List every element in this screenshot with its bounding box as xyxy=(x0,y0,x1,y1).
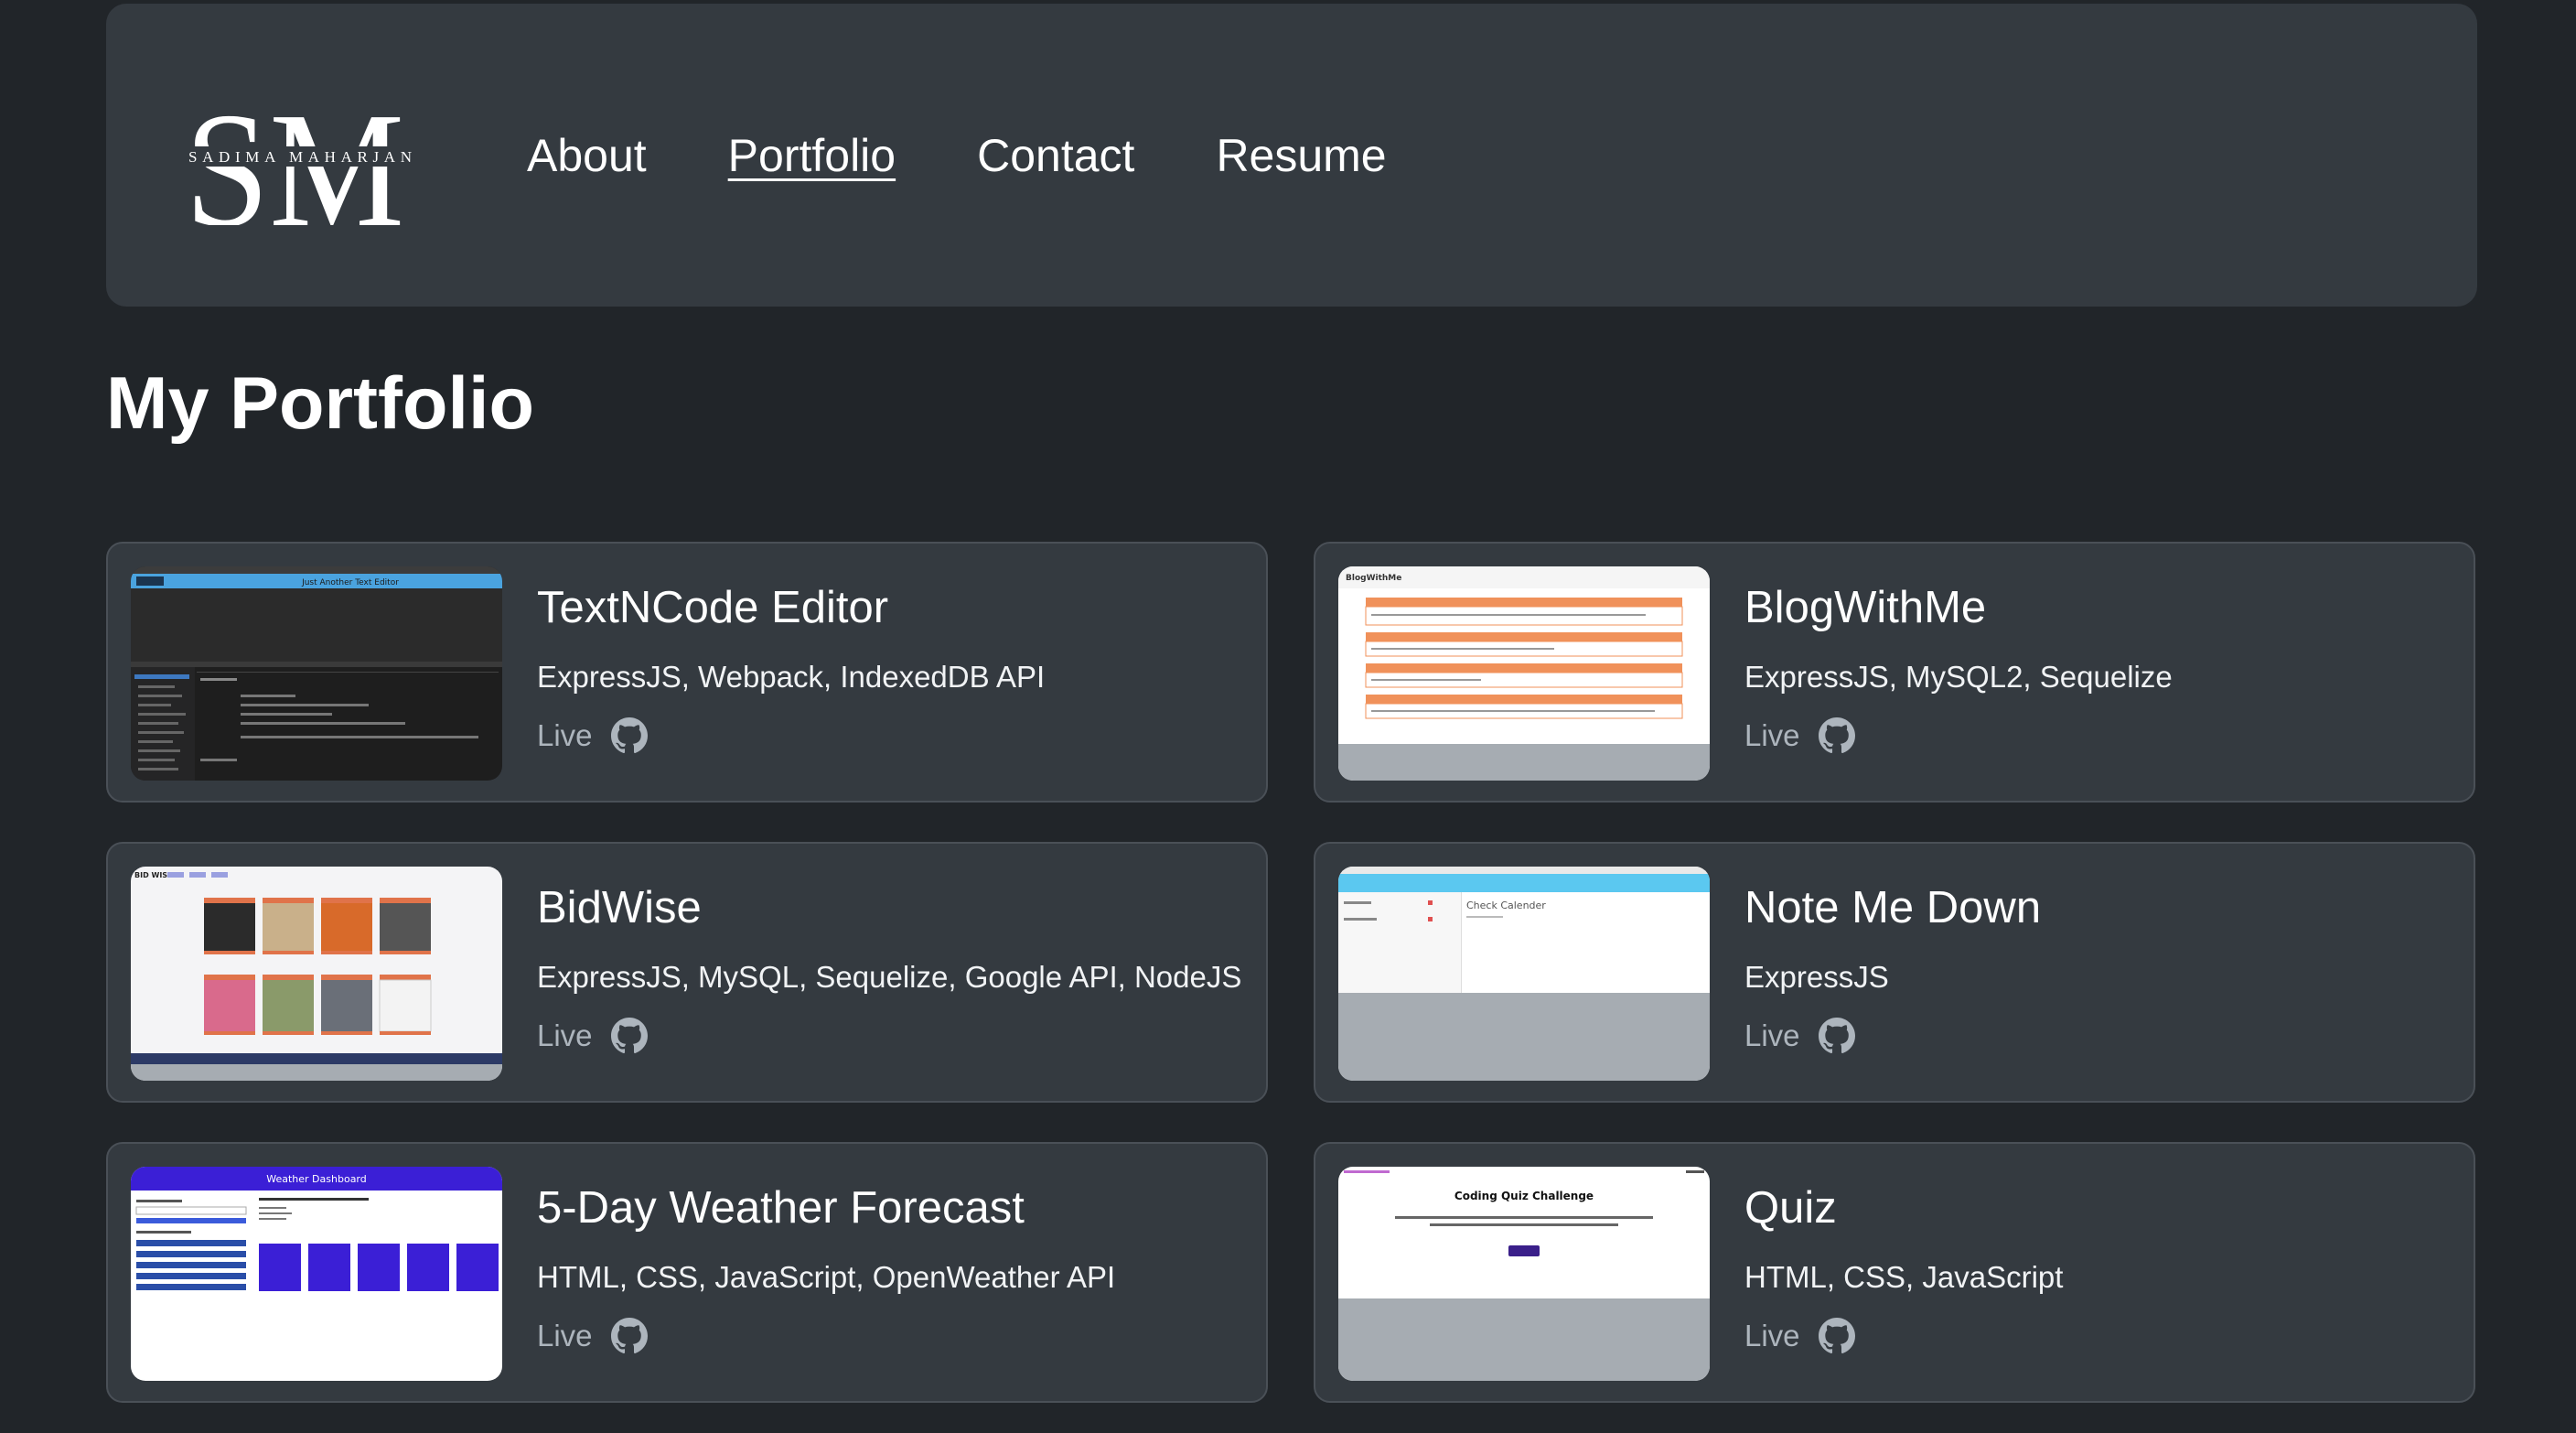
main-nav: About Portfolio Contact Resume xyxy=(527,4,1387,307)
project-tech-stack: ExpressJS xyxy=(1744,960,1889,994)
project-thumbnail-textncode[interactable]: Just Another Text Editor xyxy=(131,566,502,781)
thumb-caption: Coding Quiz Challenge xyxy=(1454,1190,1594,1202)
github-icon[interactable] xyxy=(610,717,648,754)
project-thumbnail-quiz[interactable]: Coding Quiz Challenge xyxy=(1338,1167,1710,1381)
live-link[interactable]: Live xyxy=(537,1018,593,1053)
thumb-caption: BID WISE xyxy=(134,871,173,879)
project-links: Live xyxy=(1744,1018,1855,1054)
project-tech-stack: HTML, CSS, JavaScript, OpenWeather API xyxy=(537,1260,1116,1294)
project-card-textncode: Just Another Text Editor TextNCode Edito… xyxy=(106,542,1268,803)
project-tech-stack: ExpressJS, Webpack, IndexedDB API xyxy=(537,660,1046,694)
nav-portfolio-link[interactable]: Portfolio xyxy=(728,129,896,182)
github-icon[interactable] xyxy=(1818,717,1855,754)
project-card-weather: Weather Dashboard 5-Day Weather Forecast… xyxy=(106,1142,1268,1403)
project-links: Live xyxy=(1744,717,1855,754)
thumb-caption: BlogWithMe xyxy=(1346,574,1401,583)
project-card-quiz: Coding Quiz Challenge Quiz HTML, CSS, Ja… xyxy=(1314,1142,2475,1403)
project-thumbnail-weather[interactable]: Weather Dashboard xyxy=(131,1167,502,1381)
nav-contact-link[interactable]: Contact xyxy=(977,129,1134,182)
thumb-caption: Check Calender xyxy=(1466,900,1546,911)
project-title: Quiz xyxy=(1744,1183,1837,1233)
site-header: SM SADIMA MAHARJAN About Portfolio Conta… xyxy=(106,4,2477,307)
project-links: Live xyxy=(537,717,648,754)
live-link[interactable]: Live xyxy=(1744,1018,1800,1053)
project-tech-stack: ExpressJS, MySQL2, Sequelize xyxy=(1744,660,2173,694)
project-tech-stack: HTML, CSS, JavaScript xyxy=(1744,1260,2064,1294)
project-thumbnail-blogwithme[interactable]: BlogWithMe xyxy=(1338,566,1710,781)
project-links: Live xyxy=(537,1318,648,1354)
project-card-bidwise: BID WISE BidWise ExpressJS, MySQL, Seque… xyxy=(106,842,1268,1103)
live-link[interactable]: Live xyxy=(537,718,593,753)
nav-about-link[interactable]: About xyxy=(527,129,647,182)
live-link[interactable]: Live xyxy=(1744,718,1800,753)
thumb-caption: Weather Dashboard xyxy=(266,1173,367,1185)
project-card-blogwithme: BlogWithMe BlogWithMe ExpressJS, MySQL2,… xyxy=(1314,542,2475,803)
site-logo[interactable]: SM SADIMA MAHARJAN xyxy=(185,88,432,225)
github-icon[interactable] xyxy=(1818,1018,1855,1054)
live-link[interactable]: Live xyxy=(1744,1319,1800,1353)
project-tech-stack: ExpressJS, MySQL, Sequelize, Google API,… xyxy=(537,960,1242,994)
project-title: Note Me Down xyxy=(1744,883,2042,932)
project-card-note-me-down: Check Calender Note Me Down ExpressJS Li… xyxy=(1314,842,2475,1103)
github-icon[interactable] xyxy=(610,1318,648,1354)
project-title: 5-Day Weather Forecast xyxy=(537,1183,1025,1233)
logo-name: SADIMA MAHARJAN xyxy=(188,148,412,166)
project-thumbnail-note-me-down[interactable]: Check Calender xyxy=(1338,867,1710,1081)
nav-resume-link[interactable]: Resume xyxy=(1216,129,1386,182)
project-links: Live xyxy=(537,1018,648,1054)
project-title: TextNCode Editor xyxy=(537,583,889,632)
github-icon[interactable] xyxy=(610,1018,648,1054)
live-link[interactable]: Live xyxy=(537,1319,593,1353)
project-links: Live xyxy=(1744,1318,1855,1354)
github-icon[interactable] xyxy=(1818,1318,1855,1354)
project-title: BlogWithMe xyxy=(1744,583,1987,632)
page-title: My Portfolio xyxy=(106,362,534,445)
project-thumbnail-bidwise[interactable]: BID WISE xyxy=(131,867,502,1081)
thumb-caption: Just Another Text Editor xyxy=(301,578,399,587)
project-title: BidWise xyxy=(537,883,702,932)
